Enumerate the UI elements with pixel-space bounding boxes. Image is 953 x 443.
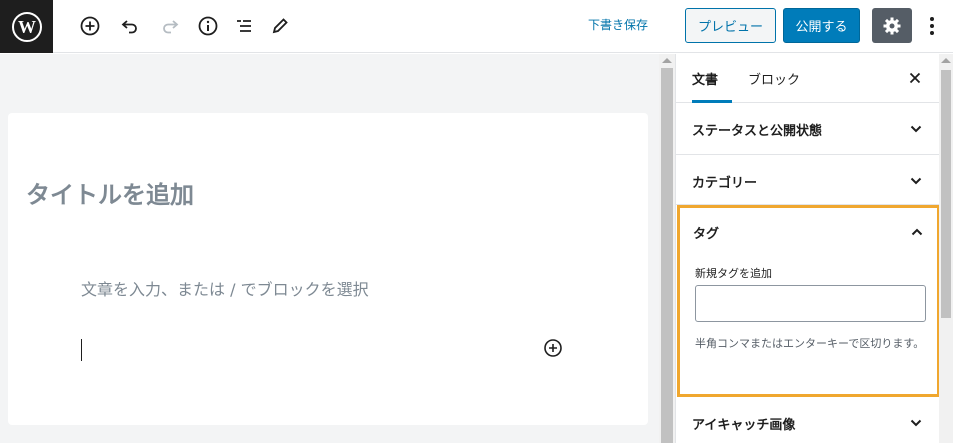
sidebar-scrollbar[interactable] [939,54,953,443]
info-icon [198,16,218,36]
plus-circle-icon [544,339,562,357]
tag-help-text: 半角コンマまたはエンターキーで区切ります。 [695,337,925,350]
more-options-button[interactable] [920,10,944,42]
add-tag-input[interactable] [695,285,926,322]
sidebar-scrollbar-thumb[interactable] [941,70,951,318]
list-view-icon [237,20,251,32]
inline-block-inserter[interactable] [542,337,564,359]
paragraph-block-placeholder[interactable]: 文章を入力、または / でブロックを選択 [81,276,369,300]
chevron-down-icon [908,173,924,189]
text-caret [81,339,82,361]
panel-tags-title[interactable]: タグ [693,223,719,242]
gear-icon [883,17,901,34]
panel-categories[interactable]: カテゴリー [676,155,940,205]
undo-icon [121,20,137,34]
redo-icon [163,20,179,34]
close-icon [909,72,921,84]
editor-header: W 下書き保存 プレビュー 公開する [0,0,953,53]
plus-circle-icon [80,16,100,36]
panel-featured-image[interactable]: アイキャッチ画像 [676,397,940,443]
preview-button[interactable]: プレビュー [685,8,776,43]
settings-sidebar: 文書 ブロック ステータスと公開状態 カテゴリー タグ 新規タグを追加 半角コン… [675,54,940,443]
scroll-up-arrow-icon[interactable] [662,58,672,63]
undo-button[interactable] [116,12,144,40]
chevron-down-icon [908,121,924,137]
tab-block[interactable]: ブロック [748,54,800,103]
content-info-button[interactable] [194,12,222,40]
more-vertical-icon [930,17,934,35]
chevron-down-icon [908,415,924,431]
tab-document[interactable]: 文書 [692,54,732,103]
editor-scrollbar[interactable] [659,54,675,443]
scroll-up-arrow-icon[interactable] [941,58,951,63]
tools-button[interactable] [266,12,294,40]
add-block-button[interactable] [76,12,104,40]
sidebar-tabs: 文書 ブロック [676,54,940,103]
editor-scrollbar-thumb[interactable] [661,68,673,443]
panel-featured-image-title: アイキャッチ画像 [692,418,796,433]
wordpress-logo-button[interactable]: W [0,0,53,53]
block-navigation-button[interactable] [230,12,258,40]
panel-tags: タグ 新規タグを追加 半角コンマまたはエンターキーで区切ります。 [677,205,940,397]
chevron-up-icon[interactable] [909,224,925,240]
panel-status-title: ステータスと公開状態 [692,124,823,139]
redo-button[interactable] [156,12,184,40]
settings-button[interactable] [872,8,912,43]
wordpress-icon: W [11,11,42,42]
editor-area: タイトルを追加 文章を入力、または / でブロックを選択 [0,54,659,443]
svg-text:W: W [18,17,36,37]
panel-categories-title: カテゴリー [692,176,758,191]
panel-status[interactable]: ステータスと公開状態 [676,103,940,155]
save-draft-link[interactable]: 下書き保存 [588,17,648,33]
publish-button[interactable]: 公開する [783,8,860,43]
pencil-icon [272,18,288,34]
editor-canvas: タイトルを追加 文章を入力、または / でブロックを選択 [8,113,648,425]
add-tag-label: 新規タグを追加 [695,267,772,280]
close-sidebar-button[interactable] [905,68,925,88]
post-title-input[interactable]: タイトルを追加 [26,175,194,210]
